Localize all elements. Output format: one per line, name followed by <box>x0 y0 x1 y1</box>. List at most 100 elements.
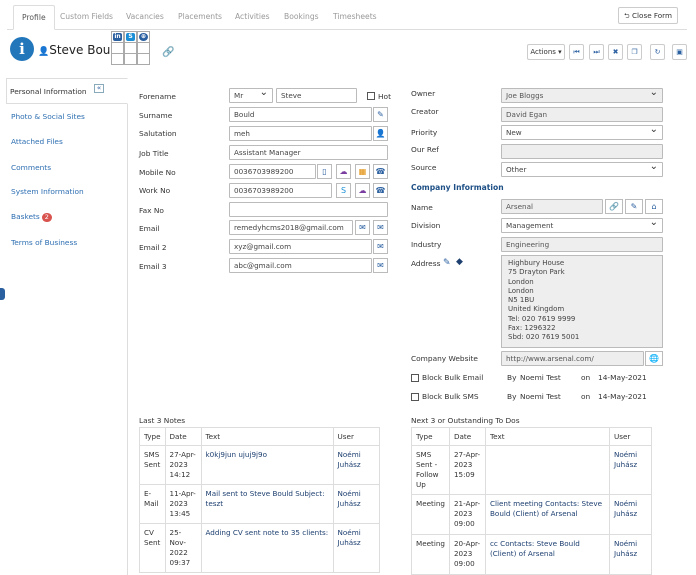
table-row[interactable]: SMS Sent - Follow Up 27-Apr-2023 15:09 N… <box>411 445 653 495</box>
work-no-label: Work No <box>139 186 171 195</box>
edit-icon[interactable]: ✎ <box>443 258 451 268</box>
delete-button[interactable]: ✖ <box>608 44 623 60</box>
division-select[interactable]: Management <box>501 218 663 233</box>
globe-icon[interactable]: 🌐 <box>645 351 663 366</box>
sidebar-item-label: Personal Information <box>10 87 87 96</box>
drag-handle[interactable] <box>0 288 5 300</box>
tab-activities[interactable]: Activities <box>227 5 278 30</box>
sidebar-item-photo-social[interactable]: Photo & Social Sites <box>11 112 85 121</box>
refresh-icon: ↻ <box>654 48 661 56</box>
link-icon[interactable]: 🔗 <box>605 199 623 214</box>
sidebar-item-personal-information[interactable]: Personal Information « <box>6 78 128 104</box>
skype-icon: S <box>126 33 135 41</box>
table-row[interactable]: Meeting 20-Apr-2023 09:00 cc Contacts: S… <box>411 534 653 575</box>
copy-button[interactable]: ❐ <box>627 44 642 60</box>
sidebar-item-attached-files[interactable]: Attached Files <box>11 137 63 146</box>
job-title-label: Job Title <box>139 149 169 158</box>
sidebar-item-system-information[interactable]: System Information <box>11 187 84 196</box>
hot-checkbox[interactable] <box>367 92 375 100</box>
refresh-button[interactable]: ↻ <box>650 44 665 60</box>
globe-icon: ⊕ <box>139 33 148 41</box>
table-row[interactable]: Meeting 21-Apr-2023 09:00 Client meeting… <box>411 494 653 535</box>
mobile-input[interactable]: 0036703989200 <box>229 164 316 179</box>
directions-icon[interactable]: ◆ <box>456 257 463 267</box>
blocked-date: 14-May-2021 <box>598 373 647 382</box>
sidebar-item-comments[interactable]: Comments <box>11 163 51 172</box>
last-record-button[interactable]: ⏭ <box>589 44 604 60</box>
priority-label: Priority <box>411 128 438 137</box>
person-icon: 👤 <box>38 47 50 57</box>
source-select[interactable]: Other <box>501 162 663 177</box>
surname-label: Surname <box>139 111 173 120</box>
email-tracking-icon[interactable]: ✉ <box>373 220 388 235</box>
table-row[interactable]: E-Mail 11-Apr-2023 13:45 Mail sent to St… <box>139 484 381 524</box>
address-label: Address <box>411 259 441 268</box>
blocked-date: 14-May-2021 <box>598 392 647 401</box>
job-title-input[interactable]: Assistant Manager <box>229 145 388 160</box>
salutation-input[interactable]: meh <box>229 126 372 141</box>
tab-placements[interactable]: Placements <box>170 5 230 30</box>
link-icon[interactable]: 🔗 <box>162 47 174 58</box>
envelope-icon[interactable]: ✉ <box>373 239 388 254</box>
block-bulk-sms-checkbox[interactable] <box>411 393 419 401</box>
forename-input[interactable]: Steve <box>276 88 357 103</box>
website-input[interactable]: http://www.arsenal.com/ <box>501 351 644 366</box>
social-cell-empty[interactable] <box>111 53 124 65</box>
tab-custom-fields[interactable]: Custom Fields <box>52 5 121 30</box>
windows-icon[interactable]: ▦ <box>355 164 370 179</box>
blocked-by-name: Noemi Test <box>520 373 561 382</box>
our-ref-input[interactable] <box>501 144 663 159</box>
person-icon[interactable]: 👤 <box>373 126 388 141</box>
owner-select[interactable]: Joe Bloggs <box>501 88 663 103</box>
fax-label: Fax No <box>139 206 164 215</box>
email-input[interactable]: remedyhcms2018@gmail.com <box>229 220 353 235</box>
priority-select[interactable]: New <box>501 125 663 140</box>
surname-input[interactable]: Bould <box>229 107 372 122</box>
home-icon[interactable]: ⌂ <box>645 199 663 214</box>
social-cell-empty[interactable] <box>124 53 137 65</box>
edit-icon[interactable]: ✎ <box>625 199 643 214</box>
creator-input: David Egan <box>501 107 663 122</box>
todos-title: Next 3 or Outstanding To Dos <box>411 416 520 425</box>
sidebar-item-terms-of-business[interactable]: Terms of Business <box>11 238 77 247</box>
email2-input[interactable]: xyz@gmail.com <box>229 239 372 254</box>
sidebar-item-baskets[interactable]: Baskets 2 <box>11 212 52 222</box>
website-label: Company Website <box>411 354 478 363</box>
envelope-icon[interactable]: ✉ <box>373 258 388 273</box>
tab-bookings[interactable]: Bookings <box>276 5 327 30</box>
mobile-phone-icon[interactable]: ▯ <box>317 164 332 179</box>
contact-name-header: 👤Steve Bould <box>38 43 122 57</box>
caret-down-icon: ▾ <box>558 48 562 56</box>
fax-input[interactable] <box>229 202 388 217</box>
actions-dropdown[interactable]: Actions ▾ <box>527 44 565 60</box>
sms-cloud-icon[interactable]: ☁ <box>336 164 351 179</box>
first-record-button[interactable]: ⏮ <box>569 44 584 60</box>
edit-icon[interactable]: ✎ <box>373 107 388 122</box>
close-icon: ✖ <box>612 48 619 56</box>
block-bulk-email-checkbox[interactable] <box>411 374 419 382</box>
last-icon: ⏭ <box>593 48 600 56</box>
title-select[interactable]: Mr <box>229 88 273 103</box>
phone-icon[interactable]: ☎ <box>373 183 388 198</box>
info-icon[interactable]: i <box>10 37 34 61</box>
social-cell-empty[interactable] <box>137 53 150 65</box>
table-row[interactable]: CV Sent 25-Nov-2022 09:37 Adding CV sent… <box>139 523 381 573</box>
by-label: By <box>507 373 517 382</box>
envelope-icon[interactable]: ✉ <box>355 220 370 235</box>
column-header: User <box>608 427 653 446</box>
address-textarea[interactable]: Highbury House 75 Drayton Park London Lo… <box>501 255 663 348</box>
tab-vacancies[interactable]: Vacancies <box>118 5 172 30</box>
phone-icon[interactable]: ☎ <box>373 164 388 179</box>
save-button[interactable]: ▣ <box>672 44 687 60</box>
sms-cloud-icon[interactable]: ☁ <box>355 183 370 198</box>
tab-profile[interactable]: Profile <box>13 5 55 30</box>
close-form-button[interactable]: ⮌ Close Form <box>618 7 678 24</box>
table-row[interactable]: SMS Sent 27-Apr-2023 14:12 k0kj9jun ujuj… <box>139 445 381 485</box>
email3-input[interactable]: abc@gmail.com <box>229 258 372 273</box>
column-header: Text <box>484 427 610 446</box>
collapse-icon[interactable]: « <box>94 84 104 93</box>
by-label: By <box>507 392 517 401</box>
tab-timesheets[interactable]: Timesheets <box>325 5 385 30</box>
skype-icon[interactable]: S <box>336 183 351 198</box>
work-no-input[interactable]: 0036703989200 <box>229 183 332 198</box>
